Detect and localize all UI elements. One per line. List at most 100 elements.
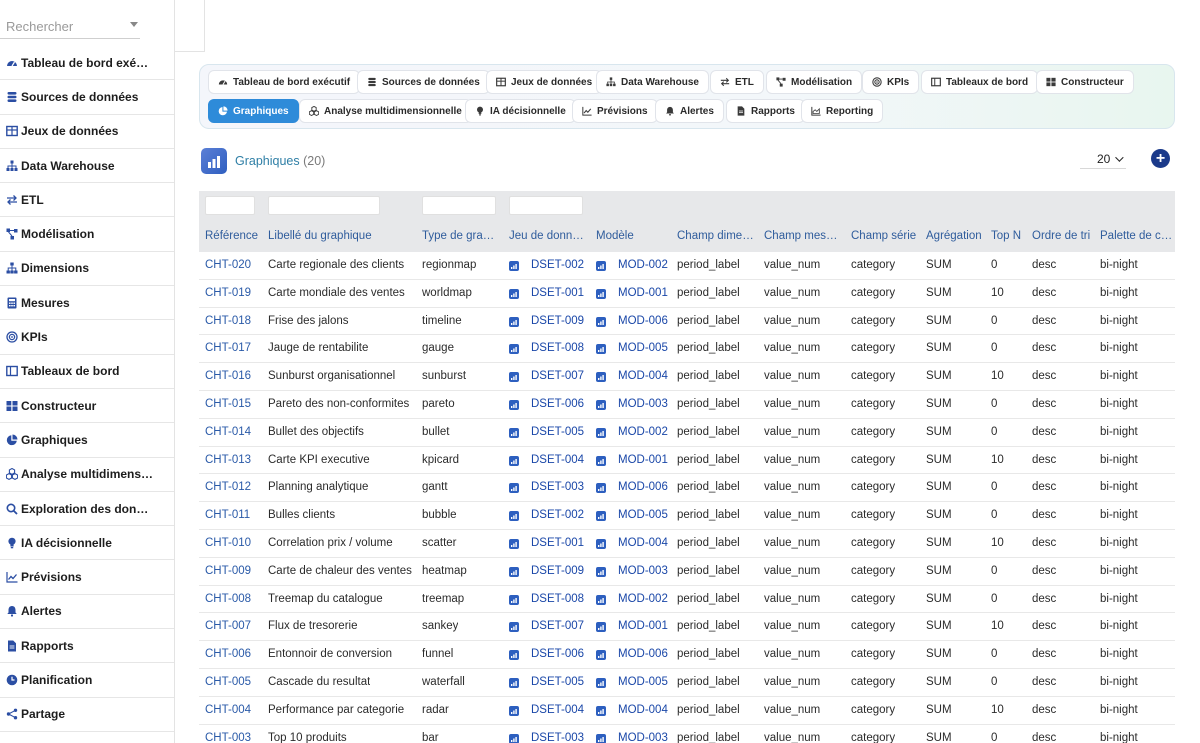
tab-data-warehouse[interactable]: Data Warehouse	[596, 70, 709, 94]
sidebar-item-constructeur[interactable]: Constructeur	[0, 389, 174, 424]
ref-link[interactable]: CHT-015	[205, 398, 251, 410]
ref-link[interactable]: CHT-010	[205, 537, 251, 549]
column-filter-input[interactable]	[268, 196, 380, 215]
ref-link[interactable]: CHT-012	[205, 481, 251, 493]
table-row[interactable]: CHT-018 Frise des jalons timeline DSET-009 M…	[199, 308, 1175, 336]
sidebar-item-tableaux-de-bord[interactable]: Tableaux de bord	[0, 355, 174, 389]
column-header[interactable]: Type de gra…	[422, 230, 506, 242]
ref-link[interactable]: CHT-011	[205, 509, 250, 521]
ref-link[interactable]: CHT-017	[205, 342, 251, 354]
tab-kpis[interactable]: KPIs	[862, 70, 920, 94]
dataset-link[interactable]: DSET-007	[531, 370, 584, 382]
table-row[interactable]: CHT-014 Bullet des objectifs bullet DSET-00…	[199, 419, 1175, 447]
model-link[interactable]: MOD-006	[618, 315, 668, 327]
model-link[interactable]: MOD-001	[618, 287, 668, 299]
tab-sources-de-donn-es[interactable]: Sources de données	[357, 70, 490, 94]
page-size-select[interactable]: 20	[1080, 149, 1126, 169]
column-filter-input[interactable]	[422, 196, 496, 215]
tab-pr-visions[interactable]: Prévisions	[572, 99, 658, 123]
table-row[interactable]: CHT-003 Top 10 produits bar DSET-003 MOD-003…	[199, 725, 1175, 743]
model-link[interactable]: MOD-003	[618, 732, 668, 743]
column-header[interactable]: Agrégation	[926, 230, 988, 242]
model-link[interactable]: MOD-005	[618, 342, 668, 354]
tab-reporting[interactable]: Reporting	[801, 99, 884, 123]
sidebar-item-rapports[interactable]: Rapports	[0, 629, 174, 664]
model-link[interactable]: MOD-002	[618, 426, 668, 438]
table-row[interactable]: CHT-016 Sunburst organisationnel sunburst D…	[199, 363, 1175, 391]
table-row[interactable]: CHT-009 Carte de chaleur des ventes heatma…	[199, 558, 1175, 586]
sidebar-item-mesures[interactable]: Mesures	[0, 286, 174, 321]
ref-link[interactable]: CHT-020	[205, 259, 251, 271]
ref-link[interactable]: CHT-008	[205, 593, 251, 605]
dataset-link[interactable]: DSET-001	[531, 287, 584, 299]
table-row[interactable]: CHT-008 Treemap du catalogue treemap DSET-0…	[199, 586, 1175, 614]
add-chart-button[interactable]: +	[1151, 149, 1170, 168]
column-header[interactable]: Champ dime…	[677, 230, 761, 242]
column-filter-input[interactable]	[205, 196, 255, 215]
sidebar-item-graphiques[interactable]: Graphiques	[0, 423, 174, 458]
search-select[interactable]	[0, 13, 140, 39]
table-row[interactable]: CHT-007 Flux de tresorerie sankey DSET-007 M…	[199, 613, 1175, 642]
dataset-link[interactable]: DSET-004	[531, 454, 584, 466]
sidebar-item-exploration-des-don[interactable]: Exploration des don…	[0, 492, 174, 527]
table-row[interactable]: CHT-004 Performance par categorie radar DSE…	[199, 697, 1175, 725]
search-input[interactable]	[6, 19, 124, 34]
ref-link[interactable]: CHT-009	[205, 565, 251, 577]
tab-etl[interactable]: ETL	[710, 70, 764, 94]
table-row[interactable]: CHT-017 Jauge de rentabilite gauge DSET-008…	[199, 335, 1175, 364]
sidebar-item-analyse-multidimens[interactable]: Analyse multidimens…	[0, 458, 174, 492]
dataset-link[interactable]: DSET-009	[531, 565, 584, 577]
model-link[interactable]: MOD-002	[618, 259, 668, 271]
tab-tableau-de-bord-ex-cutif[interactable]: Tableau de bord exécutif	[208, 70, 361, 94]
model-link[interactable]: MOD-005	[618, 509, 668, 521]
sidebar-item-pr-visions[interactable]: Prévisions	[0, 560, 174, 595]
column-header[interactable]: Référence	[205, 230, 265, 242]
sidebar-item-mod-lisation[interactable]: Modélisation	[0, 217, 174, 252]
dataset-link[interactable]: DSET-004	[531, 704, 584, 716]
column-header[interactable]: Champ mes…	[764, 230, 848, 242]
dataset-link[interactable]: DSET-003	[531, 732, 584, 743]
table-row[interactable]: CHT-010 Correlation prix / volume scatter D…	[199, 530, 1175, 558]
sidebar-item-sources-de-donn-es[interactable]: Sources de données	[0, 80, 174, 115]
model-link[interactable]: MOD-006	[618, 481, 668, 493]
tab-analyse-multidimensionnelle[interactable]: Analyse multidimensionnelle	[299, 99, 472, 123]
sidebar-item-etl[interactable]: ETL	[0, 183, 174, 218]
table-row[interactable]: CHT-020 Carte regionale des clients region…	[199, 252, 1175, 280]
table-row[interactable]: CHT-005 Cascade du resultat waterfall DSET-…	[199, 669, 1175, 697]
sidebar-item-dimensions[interactable]: Dimensions	[0, 252, 174, 287]
model-link[interactable]: MOD-001	[618, 620, 668, 632]
table-row[interactable]: CHT-019 Carte mondiale des ventes worldmap…	[199, 280, 1175, 308]
model-link[interactable]: MOD-001	[618, 454, 668, 466]
sidebar-item-kpis[interactable]: KPIs	[0, 320, 174, 355]
ref-link[interactable]: CHT-005	[205, 676, 251, 688]
tab-graphiques[interactable]: Graphiques	[208, 99, 299, 123]
dataset-link[interactable]: DSET-005	[531, 426, 584, 438]
dataset-link[interactable]: DSET-006	[531, 648, 584, 660]
tab-jeux-de-donn-es[interactable]: Jeux de données	[486, 70, 603, 94]
model-link[interactable]: MOD-004	[618, 537, 668, 549]
table-row[interactable]: CHT-013 Carte KPI executive kpicard DSET-00…	[199, 447, 1175, 475]
column-header[interactable]: Top N	[991, 230, 1029, 242]
model-link[interactable]: MOD-005	[618, 676, 668, 688]
model-link[interactable]: MOD-006	[618, 648, 668, 660]
dataset-link[interactable]: DSET-002	[531, 259, 584, 271]
column-header[interactable]: Ordre de tri	[1032, 230, 1098, 242]
column-header[interactable]: Champ série	[851, 230, 923, 242]
tab-tableaux-de-bord[interactable]: Tableaux de bord	[921, 70, 1039, 94]
dataset-link[interactable]: DSET-008	[531, 593, 584, 605]
sidebar-item-partage[interactable]: Partage	[0, 698, 174, 732]
model-link[interactable]: MOD-002	[618, 593, 668, 605]
tab-ia-d-cisionnelle[interactable]: IA décisionnelle	[465, 99, 576, 123]
tab-rapports[interactable]: Rapports	[726, 99, 805, 123]
sidebar-item-alertes[interactable]: Alertes	[0, 595, 174, 630]
sidebar-item-tableau-de-bord-ex[interactable]: Tableau de bord exé…	[0, 46, 174, 81]
tab-constructeur[interactable]: Constructeur	[1036, 70, 1134, 94]
model-link[interactable]: MOD-004	[618, 704, 668, 716]
ref-link[interactable]: CHT-014	[205, 426, 251, 438]
dataset-link[interactable]: DSET-005	[531, 676, 584, 688]
column-header[interactable]: Palette de c…	[1100, 230, 1174, 242]
ref-link[interactable]: CHT-013	[205, 454, 251, 466]
table-row[interactable]: CHT-012 Planning analytique gantt DSET-003 M…	[199, 474, 1175, 503]
model-link[interactable]: MOD-003	[618, 565, 668, 577]
tab-alertes[interactable]: Alertes	[655, 99, 724, 123]
